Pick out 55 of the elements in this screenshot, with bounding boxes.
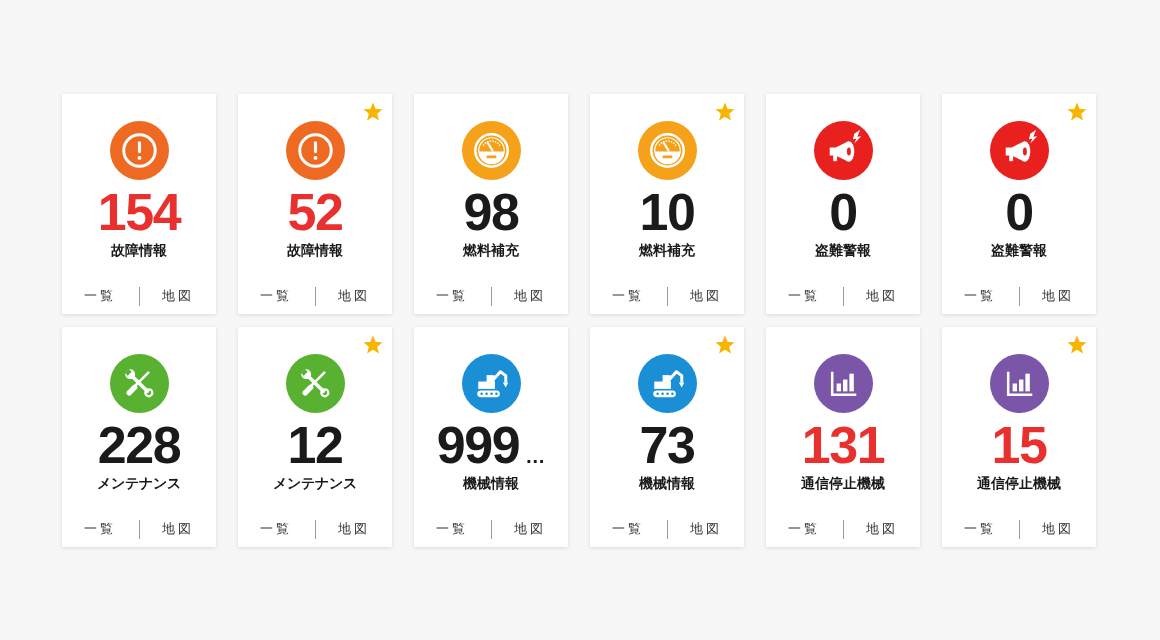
count-value: 0 bbox=[829, 186, 857, 238]
map-link[interactable]: 地図 bbox=[315, 519, 392, 539]
category-label: 故障情報 bbox=[287, 241, 343, 260]
count-value: 0 bbox=[1005, 186, 1033, 238]
count-value: 73 bbox=[639, 419, 695, 471]
map-link[interactable]: 地図 bbox=[139, 519, 216, 539]
category-label: 機械情報 bbox=[463, 474, 519, 493]
count-ellipsis: … bbox=[525, 446, 546, 466]
map-link[interactable]: 地図 bbox=[1019, 519, 1096, 539]
list-link[interactable]: 一覧 bbox=[238, 519, 315, 539]
star-icon[interactable] bbox=[715, 335, 735, 355]
map-link[interactable]: 地図 bbox=[667, 286, 744, 306]
star-icon[interactable] bbox=[363, 335, 383, 355]
count-value: 999 bbox=[436, 419, 520, 471]
list-link[interactable]: 一覧 bbox=[62, 286, 139, 306]
map-link[interactable]: 地図 bbox=[843, 286, 920, 306]
map-link[interactable]: 地図 bbox=[139, 286, 216, 306]
map-link[interactable]: 地図 bbox=[491, 519, 568, 539]
list-link[interactable]: 一覧 bbox=[766, 519, 843, 539]
list-link[interactable]: 一覧 bbox=[942, 286, 1019, 306]
count-value: 98 bbox=[463, 186, 519, 238]
category-label: メンテナンス bbox=[97, 474, 181, 493]
list-link[interactable]: 一覧 bbox=[942, 519, 1019, 539]
category-label: 盗難警報 bbox=[815, 241, 871, 260]
star-icon[interactable] bbox=[1067, 335, 1087, 355]
category-label: 故障情報 bbox=[111, 241, 167, 260]
map-link[interactable]: 地図 bbox=[667, 519, 744, 539]
list-link[interactable]: 一覧 bbox=[238, 286, 315, 306]
list-link[interactable]: 一覧 bbox=[590, 286, 667, 306]
star-icon[interactable] bbox=[363, 102, 383, 122]
list-link[interactable]: 一覧 bbox=[590, 519, 667, 539]
list-link[interactable]: 一覧 bbox=[62, 519, 139, 539]
category-label: 燃料補充 bbox=[463, 241, 519, 260]
category-label: 通信停止機械 bbox=[801, 474, 885, 493]
star-icon[interactable] bbox=[715, 102, 735, 122]
count-value: 52 bbox=[287, 186, 343, 238]
count-value: 154 bbox=[97, 186, 181, 238]
category-label: 盗難警報 bbox=[991, 241, 1047, 260]
category-label: 通信停止機械 bbox=[977, 474, 1061, 493]
category-label: 燃料補充 bbox=[639, 241, 695, 260]
count-value: 12 bbox=[287, 419, 343, 471]
map-link[interactable]: 地図 bbox=[315, 286, 392, 306]
map-link[interactable]: 地図 bbox=[843, 519, 920, 539]
count-value: 15 bbox=[991, 419, 1047, 471]
count-value: 228 bbox=[97, 419, 181, 471]
list-link[interactable]: 一覧 bbox=[414, 519, 491, 539]
category-label: 機械情報 bbox=[639, 474, 695, 493]
star-icon[interactable] bbox=[1067, 102, 1087, 122]
list-link[interactable]: 一覧 bbox=[414, 286, 491, 306]
count-value: 10 bbox=[639, 186, 695, 238]
map-link[interactable]: 地図 bbox=[491, 286, 568, 306]
map-link[interactable]: 地図 bbox=[1019, 286, 1096, 306]
list-link[interactable]: 一覧 bbox=[766, 286, 843, 306]
category-label: メンテナンス bbox=[273, 474, 357, 493]
count-value: 131 bbox=[801, 419, 885, 471]
